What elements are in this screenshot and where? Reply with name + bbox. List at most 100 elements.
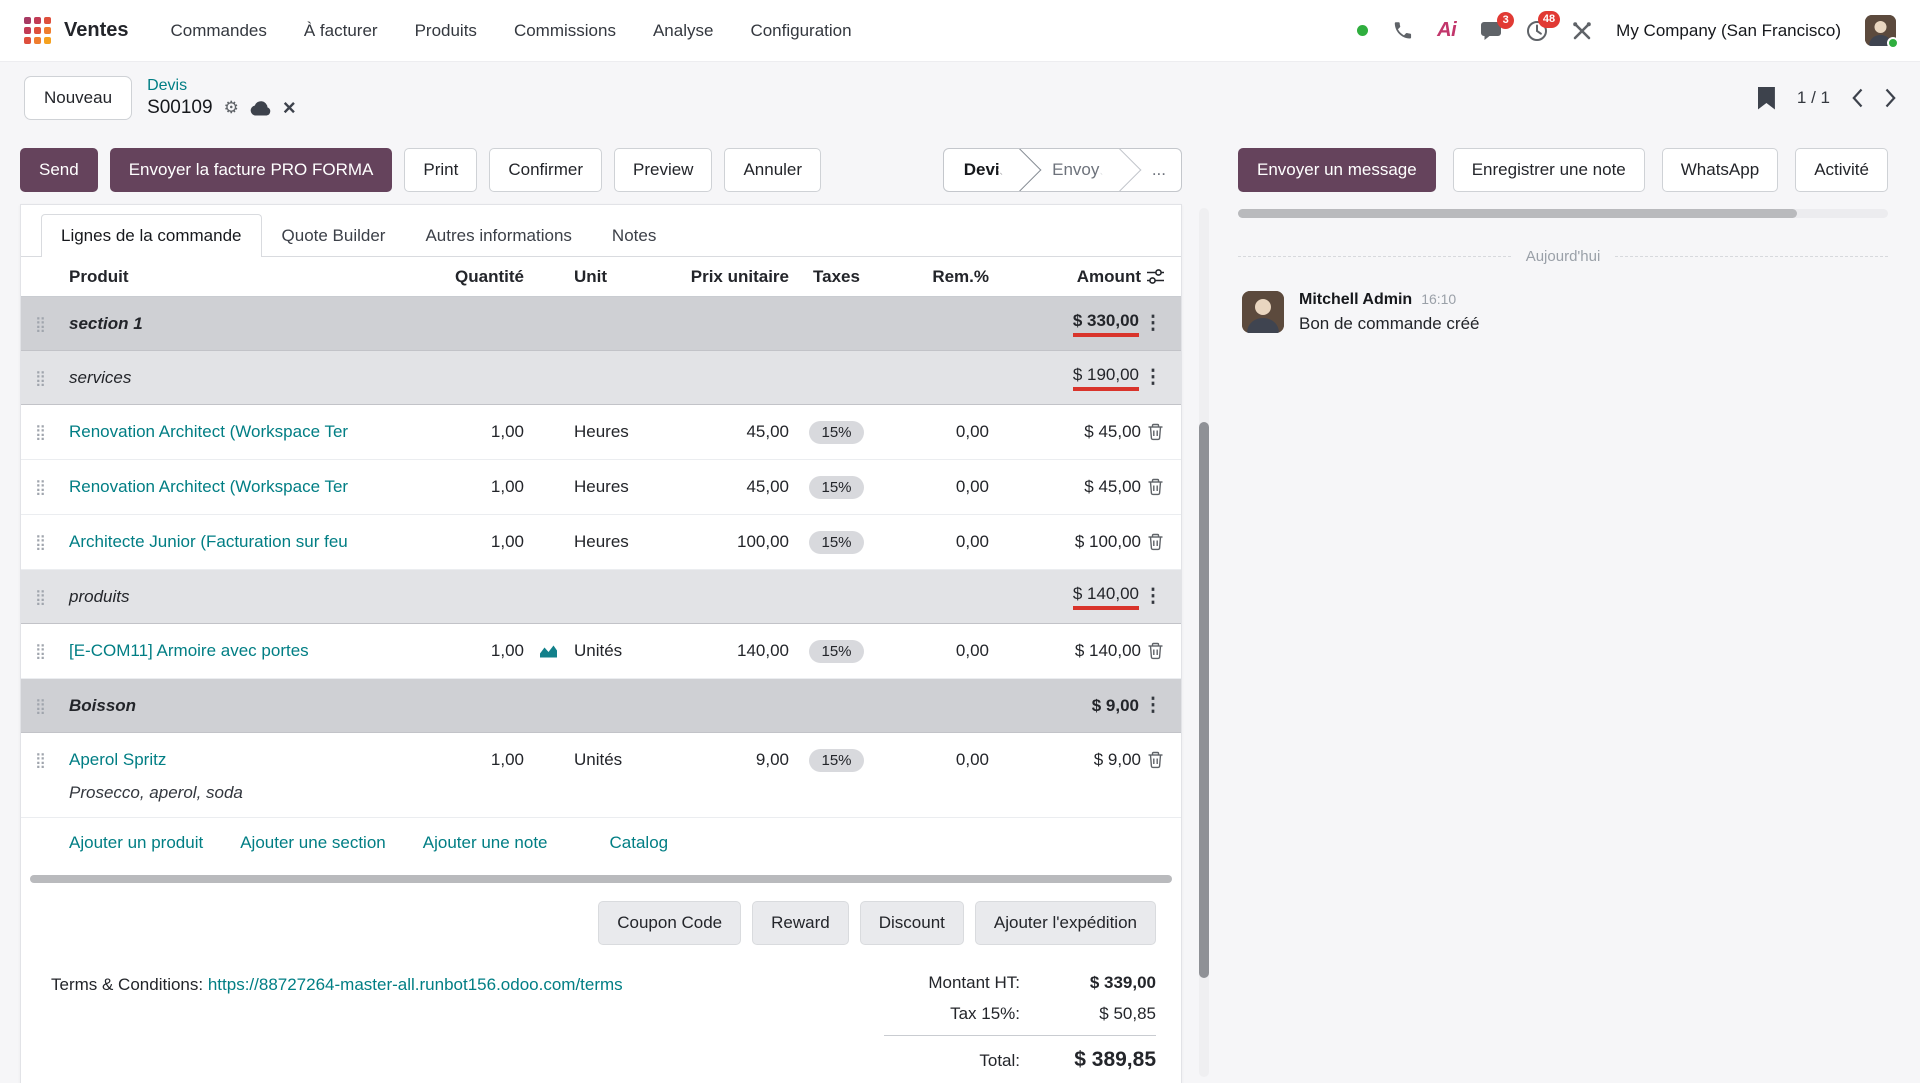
tax-badge[interactable]: 15% <box>809 421 863 444</box>
section-row[interactable]: ⣿ produits $ 140,00 ⋮ <box>21 570 1181 624</box>
product-name[interactable]: Architecte Junior (Facturation sur feu <box>69 532 395 552</box>
chatter-scrollbar[interactable] <box>1238 209 1888 218</box>
section-row[interactable]: ⣿ services $ 190,00 ⋮ <box>21 351 1181 405</box>
section-menu-icon[interactable]: ⋮ <box>1139 366 1167 389</box>
section-name[interactable]: section 1 <box>69 314 987 334</box>
unit-price-cell[interactable]: 45,00 <box>674 422 789 442</box>
phone-icon[interactable] <box>1392 20 1413 41</box>
discount-cell[interactable]: 0,00 <box>884 532 989 552</box>
proforma-button[interactable]: Envoyer la facture PRO FORMA <box>110 148 393 192</box>
section-name[interactable]: services <box>69 368 987 388</box>
vertical-scrollbar[interactable] <box>1199 208 1209 1077</box>
send-message-button[interactable]: Envoyer un message <box>1238 148 1436 192</box>
tax-badge[interactable]: 15% <box>809 640 863 663</box>
product-name[interactable]: Renovation Architect (Workspace Ter <box>69 422 395 442</box>
tax-badge[interactable]: 15% <box>809 749 863 772</box>
discount-cell[interactable]: 0,00 <box>884 422 989 442</box>
product-name[interactable]: Aperol Spritz <box>69 750 395 770</box>
status-step-devis[interactable]: Devis <box>944 149 1024 191</box>
discount-cell[interactable]: 0,00 <box>884 477 989 497</box>
drag-handle-icon[interactable]: ⣿ <box>35 588 69 606</box>
coupon-code-button[interactable]: Coupon Code <box>598 901 741 945</box>
user-avatar[interactable] <box>1865 15 1896 46</box>
tax-badge[interactable]: 15% <box>809 531 863 554</box>
tax-badge[interactable]: 15% <box>809 476 863 499</box>
tab-notes[interactable]: Notes <box>592 214 676 257</box>
section-name[interactable]: Boisson <box>69 696 987 716</box>
chatter-scrollbar-thumb[interactable] <box>1238 209 1797 218</box>
apps-menu-icon[interactable] <box>24 17 51 44</box>
message-author[interactable]: Mitchell Admin <box>1299 291 1412 309</box>
confirm-button[interactable]: Confirmer <box>489 148 602 192</box>
section-row[interactable]: ⣿ Boisson $ 9,00 ⋮ <box>21 679 1181 733</box>
product-name[interactable]: Renovation Architect (Workspace Ter <box>69 477 395 497</box>
forecast-chart-icon[interactable] <box>539 644 558 659</box>
unit-cell[interactable]: Heures <box>524 477 674 497</box>
bookmark-icon[interactable] <box>1758 87 1775 110</box>
unit-price-cell[interactable]: 100,00 <box>674 532 789 552</box>
gear-icon[interactable]: ⚙ <box>224 98 239 118</box>
section-row[interactable]: ⣿ section 1 $ 330,00 ⋮ <box>21 297 1181 351</box>
discount-cell[interactable]: 0,00 <box>884 750 989 770</box>
add-product-link[interactable]: Ajouter un produit <box>69 833 203 853</box>
reward-button[interactable]: Reward <box>752 901 849 945</box>
company-name[interactable]: My Company (San Francisco) <box>1616 21 1841 41</box>
discount-cell[interactable]: 0,00 <box>884 641 989 661</box>
add-shipping-button[interactable]: Ajouter l'expédition <box>975 901 1156 945</box>
delete-line-icon[interactable] <box>1141 642 1169 660</box>
vertical-scrollbar-thumb[interactable] <box>1199 422 1209 978</box>
print-button[interactable]: Print <box>404 148 477 192</box>
drag-handle-icon[interactable]: ⣿ <box>35 423 69 441</box>
drag-handle-icon[interactable]: ⣿ <box>35 478 69 496</box>
section-name[interactable]: produits <box>69 587 987 607</box>
activity-button[interactable]: Activité <box>1795 148 1888 192</box>
activity-clock-icon[interactable]: 48 <box>1526 20 1548 42</box>
add-note-link[interactable]: Ajouter une note <box>423 833 548 853</box>
unit-price-cell[interactable]: 45,00 <box>674 477 789 497</box>
quantity-cell[interactable]: 1,00 <box>395 477 524 497</box>
pager-previous-icon[interactable] <box>1852 88 1863 108</box>
nav-item-a-facturer[interactable]: À facturer <box>304 21 378 41</box>
nav-item-produits[interactable]: Produits <box>415 21 477 41</box>
messages-icon[interactable]: 3 <box>1480 21 1502 41</box>
order-line-row[interactable]: ⣿ Renovation Architect (Workspace Ter 1,… <box>21 405 1181 460</box>
pager-next-icon[interactable] <box>1885 88 1896 108</box>
order-line-row[interactable]: ⣿ Renovation Architect (Workspace Ter 1,… <box>21 460 1181 515</box>
quantity-cell[interactable]: 1,00 <box>395 750 524 770</box>
order-line-row[interactable]: ⣿ Aperol Spritz 1,00 Unités 9,00 15% 0,0… <box>21 733 1181 818</box>
ai-icon[interactable]: Ai <box>1437 19 1456 42</box>
order-line-row[interactable]: ⣿ [E-COM11] Armoire avec portes 1,00 Uni… <box>21 624 1181 679</box>
drag-handle-icon[interactable]: ⣿ <box>35 533 69 551</box>
delete-line-icon[interactable] <box>1141 423 1169 441</box>
send-button[interactable]: Send <box>20 148 98 192</box>
breadcrumb-parent[interactable]: Devis <box>147 77 296 95</box>
nav-item-commissions[interactable]: Commissions <box>514 21 616 41</box>
app-name[interactable]: Ventes <box>64 19 128 42</box>
delete-line-icon[interactable] <box>1141 751 1169 769</box>
log-note-button[interactable]: Enregistrer une note <box>1453 148 1645 192</box>
catalog-link[interactable]: Catalog <box>610 833 669 853</box>
delete-line-icon[interactable] <box>1141 533 1169 551</box>
column-options-icon[interactable] <box>1141 268 1169 285</box>
drag-handle-icon[interactable]: ⣿ <box>35 697 69 715</box>
quantity-cell[interactable]: 1,00 <box>395 532 524 552</box>
drag-handle-icon[interactable]: ⣿ <box>35 751 69 769</box>
preview-button[interactable]: Preview <box>614 148 712 192</box>
nav-item-analyse[interactable]: Analyse <box>653 21 713 41</box>
new-button[interactable]: Nouveau <box>24 76 132 120</box>
product-name[interactable]: [E-COM11] Armoire avec portes <box>69 641 395 661</box>
horizontal-scrollbar[interactable] <box>30 875 1172 883</box>
drag-handle-icon[interactable]: ⣿ <box>35 642 69 660</box>
nav-item-commandes[interactable]: Commandes <box>170 21 266 41</box>
add-section-link[interactable]: Ajouter une section <box>240 833 386 853</box>
discount-button[interactable]: Discount <box>860 901 964 945</box>
unit-cell[interactable]: Heures <box>524 532 674 552</box>
tab-quote-builder[interactable]: Quote Builder <box>262 214 406 257</box>
section-menu-icon[interactable]: ⋮ <box>1139 694 1167 717</box>
terms-link[interactable]: https://88727264-master-all.runbot156.od… <box>208 975 623 994</box>
nav-item-configuration[interactable]: Configuration <box>750 21 851 41</box>
section-menu-icon[interactable]: ⋮ <box>1139 585 1167 608</box>
quantity-cell[interactable]: 1,00 <box>395 422 524 442</box>
tab-other-info[interactable]: Autres informations <box>405 214 591 257</box>
whatsapp-button[interactable]: WhatsApp <box>1662 148 1778 192</box>
